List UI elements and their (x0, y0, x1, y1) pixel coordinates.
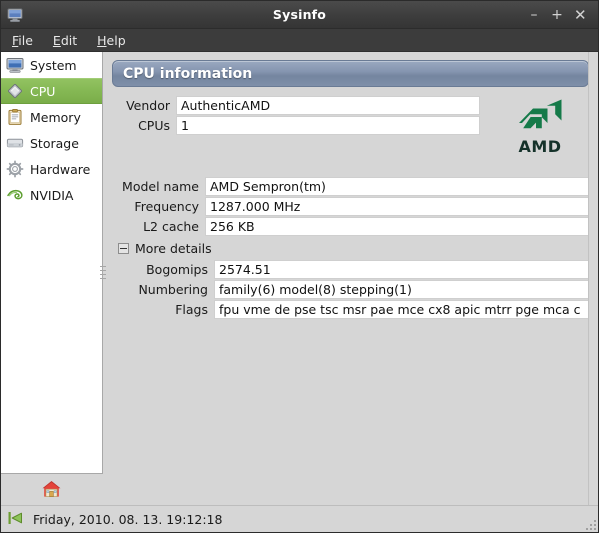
field-row-frequency: Frequency 1287.000 MHz (112, 197, 589, 216)
body-area: System CPU Memory Storage Hardware NVIDI… (1, 52, 598, 505)
sidebar-item-label: Hardware (30, 161, 91, 177)
amd-logo: AMD (509, 96, 571, 156)
sidebar-item-label: NVIDIA (30, 187, 74, 203)
field-row-numbering: Numbering family(6) model(8) stepping(1) (124, 280, 589, 299)
field-label-frequency: Frequency (134, 199, 199, 214)
field-value-model-name[interactable]: AMD Sempron(tm) (205, 177, 589, 196)
menu-edit[interactable]: Edit (51, 32, 79, 49)
field-value-frequency[interactable]: 1287.000 MHz (205, 197, 589, 216)
menu-file[interactable]: File (10, 32, 35, 49)
maximize-button[interactable]: + (551, 8, 563, 22)
field-label-flags: Flags (175, 302, 208, 317)
hard-disk-icon (6, 134, 24, 152)
amd-arrow-logo (519, 99, 562, 129)
gear-icon (6, 160, 24, 178)
page-title: CPU information (112, 60, 589, 87)
sidebar-item-hardware[interactable]: Hardware (1, 156, 102, 182)
sidebar-item-label: CPU (30, 83, 56, 99)
sidebar-splitter-handle[interactable] (100, 266, 106, 288)
cpu-chip-icon (6, 82, 24, 100)
field-row-vendor: Vendor AuthenticAMD (112, 96, 480, 115)
window-controls: – + ✕ (528, 7, 598, 22)
vertical-scrollbar[interactable] (588, 52, 598, 505)
nvidia-eye-icon (6, 186, 24, 204)
sidebar-list: System CPU Memory Storage Hardware NVIDI… (1, 52, 103, 474)
field-label-cpus: CPUs (138, 118, 170, 133)
resize-grip[interactable] (584, 518, 596, 530)
home-icon[interactable] (41, 479, 62, 502)
computer-monitor-icon (6, 56, 24, 74)
cpu-summary-block: Vendor AuthenticAMD CPUs 1 AMD (112, 96, 589, 156)
status-text: Friday, 2010. 08. 13. 19:12:18 (33, 511, 223, 527)
window-title: Sysinfo (272, 7, 327, 22)
field-value-vendor[interactable]: AuthenticAMD (176, 96, 480, 115)
sysinfo-window: Sysinfo – + ✕ File Edit Help System CPU … (0, 0, 599, 533)
go-previous-icon[interactable] (7, 510, 25, 529)
sidebar-item-system[interactable]: System (1, 52, 102, 78)
amd-logo-text: AMD (518, 137, 562, 156)
collapse-minus-icon[interactable] (118, 243, 129, 254)
field-value-flags[interactable]: fpu vme de pse tsc msr pae mce cx8 apic … (214, 300, 589, 319)
more-details-label: More details (135, 241, 212, 256)
field-label-model-name: Model name (122, 179, 199, 194)
cpu-main-fields: Model name AMD Sempron(tm) Frequency 128… (112, 177, 589, 236)
field-value-numbering[interactable]: family(6) model(8) stepping(1) (214, 280, 589, 299)
titlebar[interactable]: Sysinfo – + ✕ (1, 1, 598, 29)
sidebar-toolbar (1, 474, 103, 505)
field-row-l2-cache: L2 cache 256 KB (112, 217, 589, 236)
field-label-l2-cache: L2 cache (143, 219, 199, 234)
field-value-cpus[interactable]: 1 (176, 116, 480, 135)
statusbar: Friday, 2010. 08. 13. 19:12:18 (1, 505, 598, 532)
more-details-expander[interactable]: More details (112, 241, 589, 256)
field-value-bogomips[interactable]: 2574.51 (214, 260, 589, 279)
sidebar-item-label: Storage (30, 135, 79, 151)
computer-monitor-icon (7, 7, 23, 23)
sidebar-item-label: Memory (30, 109, 81, 125)
cpu-detail-fields: Bogomips 2574.51 Numbering family(6) mod… (124, 260, 589, 319)
clipboard-icon (6, 108, 24, 126)
sidebar-item-storage[interactable]: Storage (1, 130, 102, 156)
field-value-l2-cache[interactable]: 256 KB (205, 217, 589, 236)
sidebar-item-nvidia[interactable]: NVIDIA (1, 182, 102, 208)
field-label-bogomips: Bogomips (146, 262, 208, 277)
menu-help[interactable]: Help (95, 32, 128, 49)
field-label-vendor: Vendor (126, 98, 170, 113)
content-panel: CPU information Vendor AuthenticAMD CPUs… (103, 52, 598, 505)
close-button[interactable]: ✕ (574, 7, 587, 22)
sidebar-item-cpu[interactable]: CPU (1, 78, 102, 104)
sidebar-item-memory[interactable]: Memory (1, 104, 102, 130)
menubar: File Edit Help (1, 29, 598, 52)
cpu-summary-fields: Vendor AuthenticAMD CPUs 1 (112, 96, 480, 156)
field-row-cpus: CPUs 1 (112, 116, 480, 135)
field-row-flags: Flags fpu vme de pse tsc msr pae mce cx8… (124, 300, 589, 319)
minimize-button[interactable]: – (528, 8, 540, 22)
sidebar-panel: System CPU Memory Storage Hardware NVIDI… (1, 52, 103, 505)
field-row-bogomips: Bogomips 2574.51 (124, 260, 589, 279)
sidebar-item-label: System (30, 57, 77, 73)
field-label-numbering: Numbering (138, 282, 208, 297)
field-row-model-name: Model name AMD Sempron(tm) (112, 177, 589, 196)
